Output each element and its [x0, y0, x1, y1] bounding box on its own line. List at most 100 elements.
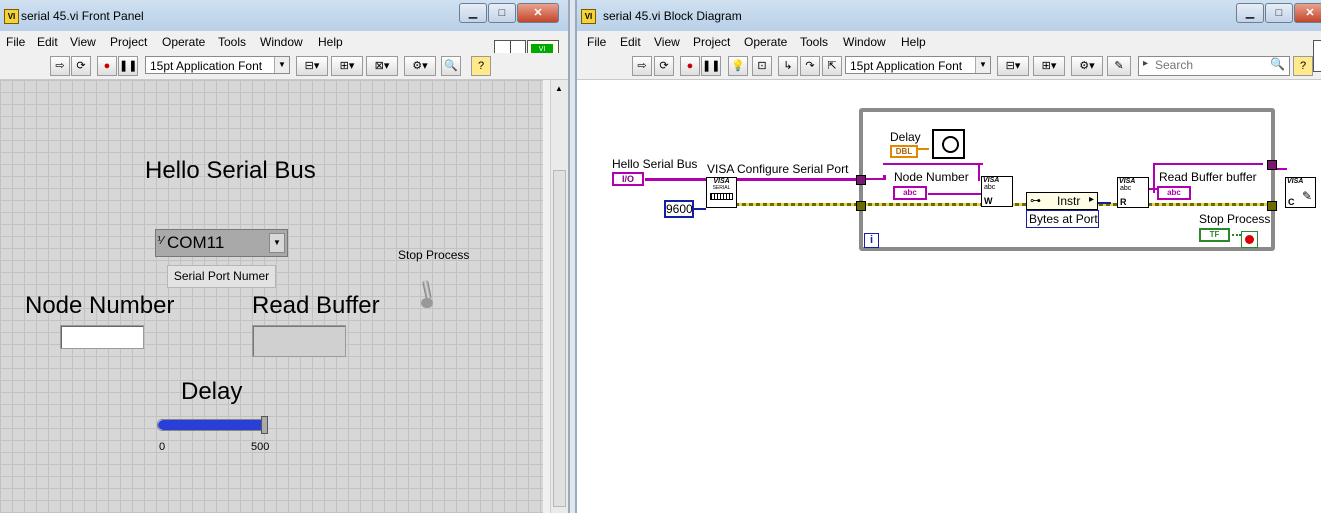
- align-objects-icon[interactable]: ⊟▾: [296, 56, 328, 76]
- slider-max-label: 500: [251, 441, 270, 453]
- reorder-icon[interactable]: ⚙▾: [404, 56, 436, 76]
- error-tunnel-out[interactable]: [1267, 201, 1277, 211]
- block-diagram-menubar: File Edit View Project Operate Tools Win…: [577, 32, 1321, 52]
- delay-label: Delay: [890, 130, 921, 144]
- block-diagram-title: serial 45.vi Block Diagram: [603, 9, 742, 23]
- resource-tunnel[interactable]: [856, 175, 866, 185]
- menu-edit[interactable]: Edit: [37, 35, 58, 49]
- menu-view[interactable]: View: [654, 35, 680, 49]
- close-button[interactable]: ✕: [517, 3, 559, 23]
- search-input[interactable]: [1155, 58, 1263, 72]
- minimize-button[interactable]: ▁: [1236, 3, 1264, 23]
- visa-tag: VISA: [713, 178, 730, 185]
- abort-icon[interactable]: ●: [680, 56, 700, 76]
- run-continuously-icon[interactable]: ⟳: [71, 56, 91, 76]
- wire-node-number[interactable]: [928, 193, 981, 195]
- clean-up-diagram-icon[interactable]: ✎: [1107, 56, 1131, 76]
- reorder-icon[interactable]: ⚙▾: [1071, 56, 1103, 76]
- step-over-icon[interactable]: ↷: [800, 56, 820, 76]
- menu-tools[interactable]: Tools: [800, 35, 828, 49]
- bytes-at-port-property[interactable]: Bytes at Port: [1026, 210, 1099, 228]
- search-icon[interactable]: 🔍: [1270, 57, 1285, 71]
- read-buffer-terminal[interactable]: abc: [1157, 186, 1191, 200]
- visa-property-node[interactable]: ⊶ Instr ▸: [1026, 192, 1098, 210]
- maximize-button[interactable]: □: [1265, 3, 1293, 23]
- serial-tag: SERIAL: [712, 185, 731, 191]
- menu-project[interactable]: Project: [693, 35, 730, 49]
- io-resource-terminal[interactable]: I/O: [612, 172, 644, 186]
- visa-configure-node[interactable]: VISA SERIAL: [706, 177, 737, 208]
- instr-label: Instr: [1057, 194, 1081, 208]
- wait-ms-node[interactable]: [932, 129, 965, 159]
- delay-terminal[interactable]: DBL: [890, 145, 918, 158]
- stop-process-label: Stop Process: [398, 248, 470, 262]
- pause-icon[interactable]: ❚❚: [701, 56, 721, 76]
- abort-icon[interactable]: ●: [97, 56, 117, 76]
- menu-help[interactable]: Help: [901, 35, 926, 49]
- run-continuously-icon[interactable]: ⟳: [654, 56, 674, 76]
- node-number-input[interactable]: [60, 325, 144, 349]
- search-box[interactable]: ▸ 🔍: [1138, 56, 1290, 76]
- stop-process-terminal[interactable]: TF: [1199, 228, 1230, 242]
- menu-edit[interactable]: Edit: [620, 35, 641, 49]
- resize-objects-icon[interactable]: ⊠▾: [366, 56, 398, 76]
- menu-operate[interactable]: Operate: [744, 35, 787, 49]
- slider-min-label: 0: [159, 441, 166, 453]
- help-icon[interactable]: ?: [1293, 56, 1313, 76]
- loop-iteration-terminal[interactable]: i: [864, 233, 879, 248]
- menu-window[interactable]: Window: [260, 35, 303, 49]
- visa-write-node[interactable]: VISA abc W: [981, 176, 1013, 207]
- step-out-icon[interactable]: ⇱: [822, 56, 842, 76]
- retain-wire-values-icon[interactable]: ⊡: [752, 56, 772, 76]
- front-panel-scrollbar[interactable]: ▲: [550, 80, 568, 513]
- menu-project[interactable]: Project: [110, 35, 147, 49]
- help-icon[interactable]: ?: [471, 56, 491, 76]
- chevron-down-icon[interactable]: ▼: [269, 233, 285, 253]
- visa-read-node[interactable]: VISA abc R: [1117, 177, 1149, 208]
- run-arrow-icon[interactable]: ⇨: [50, 56, 70, 76]
- menu-help[interactable]: Help: [318, 35, 343, 49]
- com-port-selector[interactable]: ⅟ COM11 ▼: [155, 229, 288, 257]
- chevron-right-icon: ▸: [1088, 194, 1094, 205]
- read-buffer-display: [252, 325, 346, 357]
- error-tunnel[interactable]: [856, 201, 866, 211]
- baud-rate-constant[interactable]: 9600: [664, 200, 694, 218]
- connector-pane-icon[interactable]: [1313, 40, 1321, 72]
- close-button[interactable]: ✕: [1294, 3, 1321, 23]
- block-diagram-titlebar[interactable]: VI serial 45.vi Block Diagram ▁ □ ✕: [577, 0, 1321, 31]
- loop-condition-terminal[interactable]: [1241, 231, 1258, 248]
- block-diagram-canvas[interactable]: i Hello Serial Bus I/O VISA Configure Se…: [577, 80, 1321, 513]
- chevron-up-icon[interactable]: ▲: [555, 84, 563, 93]
- menu-window[interactable]: Window: [843, 35, 886, 49]
- front-panel-canvas[interactable]: Hello Serial Bus ⅟ COM11 ▼ Serial Port N…: [0, 80, 543, 513]
- menu-file[interactable]: File: [6, 35, 25, 49]
- menu-file[interactable]: File: [587, 35, 606, 49]
- menu-view[interactable]: View: [70, 35, 96, 49]
- distribute-objects-icon[interactable]: ⊞▾: [331, 56, 363, 76]
- menu-tools[interactable]: Tools: [218, 35, 246, 49]
- wire-resource[interactable]: [645, 178, 863, 181]
- resource-tunnel-out[interactable]: [1267, 160, 1277, 170]
- node-number-terminal[interactable]: abc: [893, 186, 927, 200]
- font-select[interactable]: 15pt Application Font ▼: [845, 56, 991, 74]
- front-panel-titlebar[interactable]: VI serial 45.vi Front Panel ▁ □ ✕: [0, 0, 568, 31]
- minimize-button[interactable]: ▁: [459, 3, 487, 23]
- scrollbar-thumb[interactable]: [553, 170, 566, 507]
- wire-resource-top: [883, 163, 983, 165]
- menu-operate[interactable]: Operate: [162, 35, 205, 49]
- highlight-execution-icon[interactable]: 💡: [728, 56, 748, 76]
- font-select[interactable]: 15pt Application Font ▼: [145, 56, 290, 74]
- delay-slider-thumb[interactable]: [261, 416, 268, 434]
- visa-close-node[interactable]: VISA C ✎: [1285, 177, 1316, 208]
- pause-icon[interactable]: ❚❚: [118, 56, 138, 76]
- read-buffer-label: Read Buffer: [252, 292, 380, 319]
- run-arrow-icon[interactable]: ⇨: [632, 56, 652, 76]
- search-icon[interactable]: 🔍: [441, 56, 461, 76]
- stop-process-toggle[interactable]: [421, 279, 433, 310]
- delay-slider[interactable]: [157, 416, 268, 434]
- step-into-icon[interactable]: ↳: [778, 56, 798, 76]
- heading-label: Hello Serial Bus: [145, 157, 316, 184]
- distribute-objects-icon[interactable]: ⊞▾: [1033, 56, 1065, 76]
- maximize-button[interactable]: □: [488, 3, 516, 23]
- align-objects-icon[interactable]: ⊟▾: [997, 56, 1029, 76]
